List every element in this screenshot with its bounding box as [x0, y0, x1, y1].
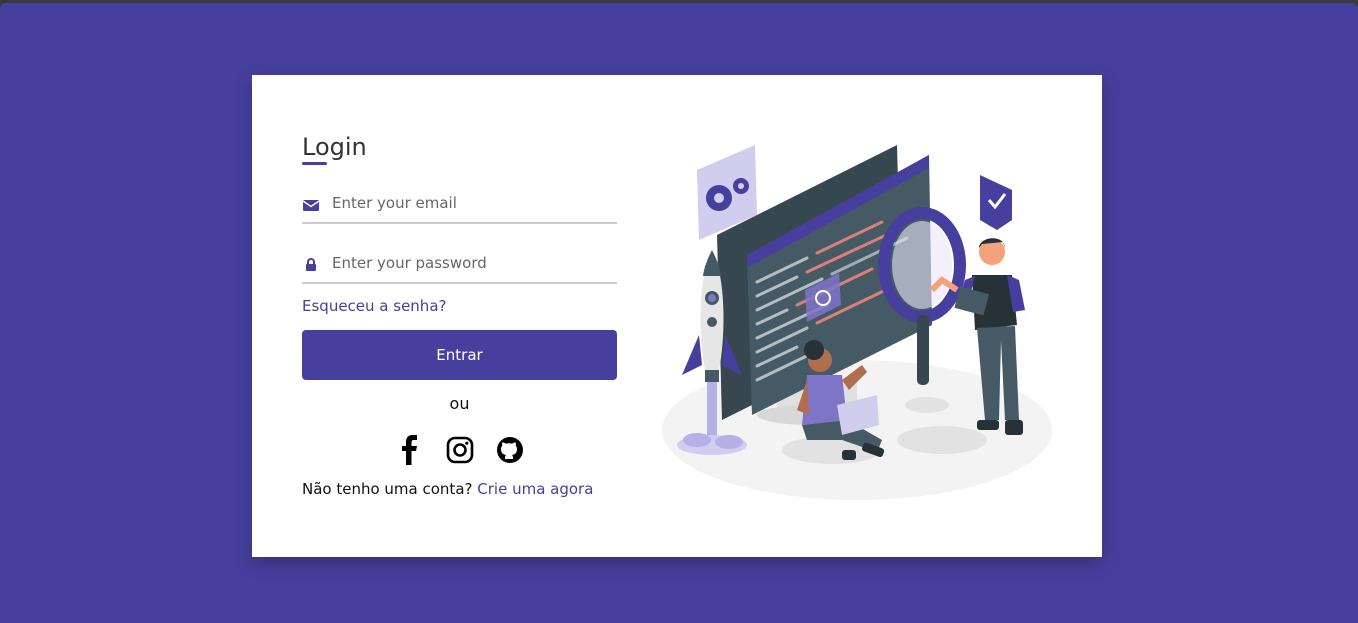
- password-field: [302, 244, 617, 284]
- login-card: Login Enter your email Esqueceu a senha?…: [252, 75, 1102, 557]
- forgot-password-link[interactable]: Esqueceu a senha?: [302, 297, 446, 315]
- facebook-icon[interactable]: [396, 435, 424, 465]
- envelope-icon: [302, 196, 320, 214]
- title-underline: [302, 162, 327, 165]
- developer-illustration: [657, 140, 1057, 510]
- signup-row: Não tenho uma conta? Crie uma agora: [302, 480, 617, 498]
- page-title: Login: [302, 133, 367, 161]
- github-icon[interactable]: [496, 435, 524, 465]
- signup-prompt: Não tenho uma conta?: [302, 480, 473, 498]
- login-button[interactable]: Entrar: [302, 330, 617, 380]
- social-login: [302, 435, 617, 467]
- page-background: Login Enter your email Esqueceu a senha?…: [0, 3, 1358, 623]
- email-input[interactable]: [332, 188, 612, 218]
- signup-link[interactable]: Crie uma agora: [477, 480, 593, 498]
- or-separator: ou: [449, 394, 470, 413]
- lock-icon: [302, 256, 320, 274]
- email-field: [302, 184, 617, 224]
- password-input[interactable]: [332, 248, 612, 278]
- instagram-icon[interactable]: [446, 435, 474, 465]
